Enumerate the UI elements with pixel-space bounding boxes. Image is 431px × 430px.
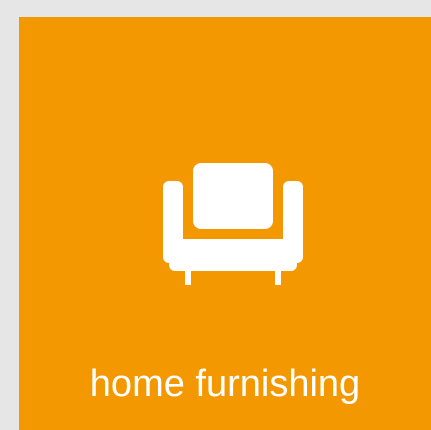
category-tile-home-furnishing[interactable]: home furnishing bbox=[19, 17, 431, 430]
category-page: home furnishing bbox=[0, 0, 431, 430]
armchair-icon bbox=[163, 163, 303, 287]
tile-label: home furnishing bbox=[89, 363, 361, 405]
